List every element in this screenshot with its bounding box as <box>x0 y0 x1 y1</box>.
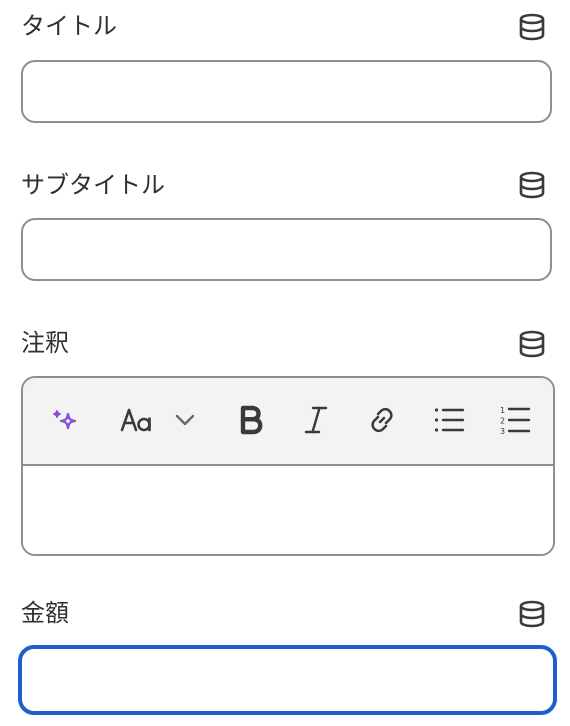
font-size-icon[interactable] <box>120 402 154 438</box>
bold-icon[interactable] <box>238 402 264 438</box>
database-icon[interactable] <box>518 13 546 41</box>
subtitle-input[interactable] <box>21 218 552 281</box>
chevron-down-icon[interactable] <box>174 402 196 438</box>
editor-toolbar: 1 2 3 <box>23 378 553 466</box>
database-icon[interactable] <box>518 330 546 358</box>
title-input[interactable] <box>21 60 552 123</box>
italic-icon[interactable] <box>302 402 330 438</box>
amount-input[interactable] <box>18 645 557 715</box>
amount-label: 金額 <box>21 599 69 627</box>
note-editor-content[interactable] <box>23 466 553 554</box>
note-label: 注釈 <box>21 329 69 357</box>
sparkle-icon[interactable] <box>49 402 81 438</box>
database-icon[interactable] <box>518 171 546 199</box>
bullet-list-icon[interactable] <box>432 402 466 438</box>
database-icon[interactable] <box>518 600 546 628</box>
title-label: タイトル <box>21 12 117 40</box>
svg-text:2: 2 <box>500 417 505 426</box>
numbered-list-icon[interactable]: 1 2 3 <box>498 402 532 438</box>
svg-text:3: 3 <box>500 427 505 436</box>
note-rich-text-editor: 1 2 3 <box>21 376 555 556</box>
svg-text:1: 1 <box>500 406 505 415</box>
subtitle-label: サブタイトル <box>21 171 165 199</box>
link-icon[interactable] <box>366 402 398 438</box>
